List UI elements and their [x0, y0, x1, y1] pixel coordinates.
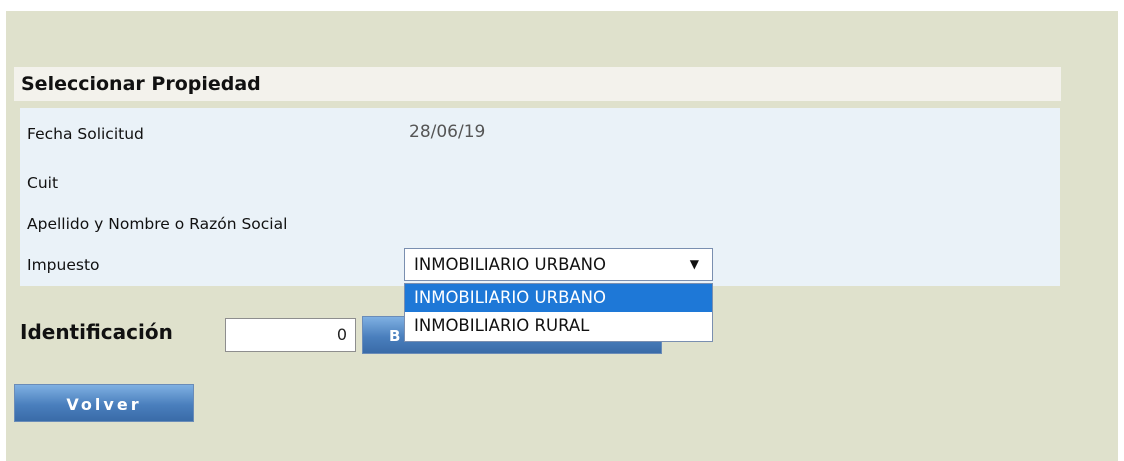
caret-down-icon: ▼ — [689, 257, 699, 271]
identificacion-input[interactable]: 0 — [225, 318, 356, 352]
panel-title: Seleccionar Propiedad — [14, 67, 1061, 101]
cuit-label: Cuit — [27, 174, 59, 192]
identificacion-label: Identificación — [20, 320, 173, 344]
dropdown-option-rural[interactable]: INMOBILIARIO RURAL — [405, 312, 712, 340]
impuesto-label: Impuesto — [27, 256, 100, 274]
dropdown-option-urbano[interactable]: INMOBILIARIO URBANO — [405, 284, 712, 312]
fecha-solicitud-label: Fecha Solicitud — [27, 125, 144, 143]
fecha-solicitud-value: 28/06/19 — [409, 122, 486, 142]
impuesto-select[interactable]: INMOBILIARIO URBANO ▼ — [404, 248, 713, 281]
razon-social-label: Apellido y Nombre o Razón Social — [27, 215, 288, 233]
volver-button[interactable]: Volver — [14, 384, 194, 422]
impuesto-dropdown-list[interactable]: INMOBILIARIO URBANO INMOBILIARIO RURAL — [404, 283, 713, 342]
buscar-button-label: B — [389, 327, 404, 345]
impuesto-selected-value: INMOBILIARIO URBANO — [414, 255, 607, 274]
